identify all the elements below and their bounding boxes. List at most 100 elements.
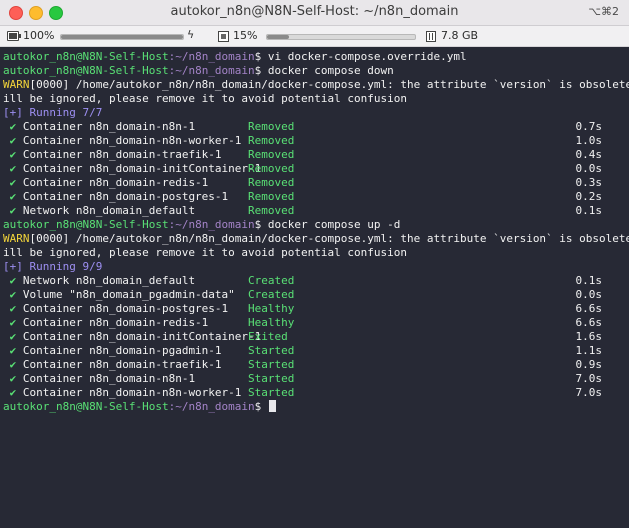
check-icon: ✔ [9, 148, 17, 161]
check-icon: ✔ [9, 372, 17, 385]
command-text: docker compose up -d [267, 218, 401, 231]
row-name: ✔ Container n8n_domain-n8n-worker-1 [3, 134, 242, 148]
command-text: docker compose down [267, 64, 394, 77]
prompt-symbol: $ [254, 400, 268, 413]
row-time: 0.1s [575, 204, 603, 217]
row-time: 6.6s [575, 302, 603, 315]
row-time: 7.0s [575, 372, 603, 385]
terminal-line[interactable]: autokor_n8n@N8N-Self-Host:~/n8n_domain$ [3, 400, 276, 414]
row-label: Container n8n_domain-postgres-1 [22, 302, 229, 315]
cpu-gauge [266, 34, 416, 40]
check-icon: ✔ [9, 274, 17, 287]
row-status: Removed [248, 162, 295, 175]
prompt-symbol: $ [254, 218, 268, 231]
row-name: ✔ Container n8n_domain-postgres-1 [3, 190, 229, 204]
row-name: ✔ Container n8n_domain-n8n-1 [3, 120, 195, 134]
row-status: Exited [248, 330, 288, 343]
row-name: ✔ Network n8n_domain_default [3, 204, 195, 218]
check-icon: ✔ [9, 386, 17, 399]
row-label: Container n8n_domain-n8n-worker-1 [22, 134, 242, 147]
charging-bolt-icon: ϟ [187, 28, 195, 41]
status-row: ✔ Container n8n_domain-pgadmin-1 Started 1… [0, 344, 629, 358]
row-time: 6.6s [575, 316, 603, 329]
row-label: Volume "n8n_domain_pgadmin-data" [22, 288, 235, 301]
window-shortcut: ⌥⌘2 [588, 5, 619, 18]
prompt-symbol: $ [254, 64, 268, 77]
check-icon: ✔ [9, 162, 17, 175]
command-text: vi docker-compose.override.yml [267, 50, 467, 63]
row-label: Container n8n_domain-n8n-1 [22, 120, 196, 133]
prompt-path: :~/n8n_domain [168, 218, 255, 231]
row-status: Removed [248, 176, 295, 189]
row-name: ✔ Container n8n_domain-pgadmin-1 [3, 344, 222, 358]
row-name: ✔ Network n8n_domain_default [3, 274, 195, 288]
row-name: ✔ Container n8n_domain-initContainer-1 [3, 330, 262, 344]
prompt-symbol: $ [254, 50, 268, 63]
prompt-path: :~/n8n_domain [168, 64, 255, 77]
memory-icon [426, 31, 436, 42]
check-icon: ✔ [9, 176, 17, 189]
status-row: ✔ Container n8n_domain-n8n-worker-1 Start… [0, 386, 629, 400]
terminal-window: autokor_n8n@N8N-Self-Host: ~/n8n_domain … [0, 0, 629, 528]
running-summary: [+] Running 7/7 [3, 106, 103, 119]
cpu-icon [218, 31, 229, 42]
row-name: ✔ Volume "n8n_domain_pgadmin-data" [3, 288, 235, 302]
row-time: 0.7s [575, 120, 603, 133]
row-label: Container n8n_domain-redis-1 [22, 176, 209, 189]
row-name: ✔ Container n8n_domain-initContainer-1 [3, 162, 262, 176]
row-status: Created [248, 288, 295, 301]
row-label: Container n8n_domain-n8n-worker-1 [22, 386, 242, 399]
status-row: ✔ Container n8n_domain-redis-1 Healthy 6.6… [0, 316, 629, 330]
check-icon: ✔ [9, 316, 17, 329]
row-time: 7.0s [575, 386, 603, 399]
running-summary: [+] Running 9/9 [3, 260, 103, 273]
row-name: ✔ Container n8n_domain-n8n-worker-1 [3, 386, 242, 400]
status-row: ✔ Network n8n_domain_default Created 0.1s [0, 274, 629, 288]
row-status: Started [248, 386, 295, 399]
warning-line: WARN[0000] /home/autokor_n8n/n8n_domain/… [3, 78, 629, 92]
row-status: Started [248, 344, 295, 357]
row-time: 1.6s [575, 330, 603, 343]
row-label: Network n8n_domain_default [22, 274, 196, 287]
terminal-content[interactable]: autokor_n8n@N8N-Self-Host:~/n8n_domain$ … [0, 47, 629, 528]
row-time: 1.0s [575, 134, 603, 147]
row-status: Removed [248, 120, 295, 133]
status-row: ✔ Container n8n_domain-initContainer-1 Re… [0, 162, 629, 176]
prompt-path: :~/n8n_domain [168, 50, 255, 63]
battery-percent: 100% [23, 29, 55, 42]
row-name: ✔ Container n8n_domain-traefik-1 [3, 358, 222, 372]
row-time: 1.1s [575, 344, 603, 357]
row-label: Container n8n_domain-postgres-1 [22, 190, 229, 203]
prompt-user: autokor_n8n@N8N-Self-Host [3, 50, 169, 63]
row-status: Started [248, 358, 295, 371]
row-status: Removed [248, 190, 295, 203]
battery-icon [7, 31, 21, 41]
check-icon: ✔ [9, 302, 17, 315]
row-time: 0.0s [575, 162, 603, 175]
status-row: ✔ Container n8n_domain-postgres-1 Healthy… [0, 302, 629, 316]
status-row: ✔ Network n8n_domain_default Removed 0.1s [0, 204, 629, 218]
row-label: Container n8n_domain-traefik-1 [22, 358, 222, 371]
battery-gauge [60, 34, 184, 40]
title-bar[interactable]: autokor_n8n@N8N-Self-Host: ~/n8n_domain … [0, 0, 629, 26]
check-icon: ✔ [9, 120, 17, 133]
row-name: ✔ Container n8n_domain-redis-1 [3, 316, 209, 330]
status-row: ✔ Container n8n_domain-n8n-worker-1 Remov… [0, 134, 629, 148]
row-time: 0.4s [575, 148, 603, 161]
check-icon: ✔ [9, 358, 17, 371]
memory-usage: 7.8 GB [441, 29, 479, 42]
warn-message: [0000] /home/autokor_n8n/n8n_domain/dock… [29, 232, 629, 245]
row-name: ✔ Container n8n_domain-traefik-1 [3, 148, 222, 162]
warn-tag: WARN [3, 78, 30, 91]
status-row: ✔ Container n8n_domain-postgres-1 Removed… [0, 190, 629, 204]
terminal-line: autokor_n8n@N8N-Self-Host:~/n8n_domain$ … [3, 218, 400, 232]
status-row: ✔ Container n8n_domain-traefik-1 Removed 0… [0, 148, 629, 162]
row-time: 0.9s [575, 358, 603, 371]
row-name: ✔ Container n8n_domain-n8n-1 [3, 372, 195, 386]
row-status: Removed [248, 134, 295, 147]
prompt-user: autokor_n8n@N8N-Self-Host [3, 218, 169, 231]
window-title: autokor_n8n@N8N-Self-Host: ~/n8n_domain [170, 4, 459, 19]
row-label: Container n8n_domain-n8n-1 [22, 372, 196, 385]
row-status: Healthy [248, 302, 295, 315]
warning-line: WARN[0000] /home/autokor_n8n/n8n_domain/… [3, 232, 629, 246]
